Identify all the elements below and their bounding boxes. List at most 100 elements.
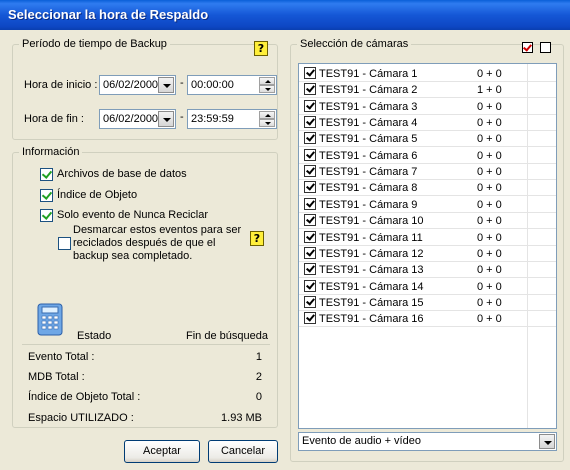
camera-row[interactable]: TEST91 - Cámara 5 0 + 0 bbox=[299, 131, 556, 148]
camera-row[interactable]: TEST91 - Cámara 10 0 + 0 bbox=[299, 213, 556, 230]
camera-event-count: 1 + 0 bbox=[477, 84, 502, 97]
start-time-input[interactable]: 00:00:00 bbox=[187, 75, 277, 95]
used-space-value: 1.93 MB bbox=[221, 412, 262, 424]
camera-event-count: 0 + 0 bbox=[477, 296, 502, 309]
uncheck-note-line2: reciclados después de que el bbox=[73, 237, 216, 249]
event-type-dropdown[interactable]: Evento de audio + vídeo bbox=[298, 432, 557, 451]
camera-event-count: 0 + 0 bbox=[477, 280, 502, 293]
camera-checkbox[interactable] bbox=[304, 197, 316, 210]
camera-checkbox[interactable] bbox=[304, 181, 316, 194]
end-time-value: 23:59:59 bbox=[191, 113, 234, 125]
object-index-total-value: 0 bbox=[255, 391, 262, 403]
end-date-picker[interactable]: 06/02/2000 bbox=[99, 109, 176, 129]
chevron-down-icon[interactable] bbox=[158, 77, 174, 93]
camera-event-count: 0 + 0 bbox=[477, 166, 502, 179]
camera-name: TEST91 - Cámara 9 bbox=[319, 198, 418, 211]
spin-down-icon[interactable] bbox=[259, 85, 275, 93]
camera-row[interactable]: TEST91 - Cámara 9 0 + 0 bbox=[299, 197, 556, 213]
camera-row[interactable]: TEST91 - Cámara 14 0 + 0 bbox=[299, 279, 556, 295]
camera-row[interactable]: TEST91 - Cámara 2 1 + 0 bbox=[299, 82, 556, 99]
camera-row[interactable]: TEST91 - Cámara 4 0 + 0 bbox=[299, 115, 556, 132]
camera-name: TEST91 - Cámara 5 bbox=[319, 133, 418, 146]
camera-name: TEST91 - Cámara 14 bbox=[319, 280, 424, 293]
camera-name: TEST91 - Cámara 12 bbox=[319, 247, 424, 260]
camera-row[interactable]: TEST91 - Cámara 13 0 + 0 bbox=[299, 262, 556, 279]
help-icon[interactable]: ? bbox=[254, 41, 268, 56]
camera-name: TEST91 - Cámara 15 bbox=[319, 296, 424, 309]
never-recycle-checkbox[interactable] bbox=[40, 209, 53, 222]
camera-name: TEST91 - Cámara 13 bbox=[319, 264, 424, 277]
camera-checkbox[interactable] bbox=[304, 132, 316, 145]
camera-event-count: 0 + 0 bbox=[477, 247, 502, 260]
accept-button[interactable]: Aceptar bbox=[124, 440, 200, 463]
camera-row[interactable]: TEST91 - Cámara 16 0 + 0 bbox=[299, 311, 556, 328]
camera-checkbox[interactable] bbox=[304, 116, 316, 129]
camera-list: TEST91 - Cámara 1 0 + 0 TEST91 - Cámara 2 1… bbox=[298, 63, 557, 429]
check-all-icon[interactable] bbox=[522, 42, 533, 53]
total-events-label: Evento Total : bbox=[28, 351, 95, 363]
camera-checkbox[interactable] bbox=[304, 83, 316, 96]
camera-row[interactable]: TEST91 - Cámara 7 0 + 0 bbox=[299, 164, 556, 181]
camera-name: TEST91 - Cámara 3 bbox=[319, 100, 418, 113]
camera-name: TEST91 - Cámara 6 bbox=[319, 149, 418, 162]
camera-checkbox[interactable] bbox=[304, 148, 316, 161]
camera-row[interactable]: TEST91 - Cámara 3 0 + 0 bbox=[299, 99, 556, 115]
camera-name: TEST91 - Cámara 1 bbox=[319, 68, 418, 80]
information-legend: Información bbox=[22, 146, 80, 158]
camera-checkbox[interactable] bbox=[304, 99, 316, 112]
chevron-down-icon[interactable] bbox=[539, 434, 555, 449]
camera-row[interactable]: TEST91 - Cámara 12 0 + 0 bbox=[299, 246, 556, 262]
database-files-checkbox[interactable] bbox=[40, 168, 53, 181]
spin-down-icon[interactable] bbox=[259, 119, 275, 127]
camera-event-count: 0 + 0 bbox=[477, 264, 502, 277]
object-index-checkbox[interactable] bbox=[40, 189, 53, 202]
total-events-value: 1 bbox=[255, 351, 262, 363]
end-time-input[interactable]: 23:59:59 bbox=[187, 109, 277, 129]
camera-checkbox[interactable] bbox=[304, 295, 316, 308]
camera-checkbox[interactable] bbox=[304, 214, 316, 227]
camera-name: TEST91 - Cámara 7 bbox=[319, 166, 418, 179]
spin-up-icon[interactable] bbox=[259, 77, 275, 85]
object-index-total-label: Índice de Objeto Total : bbox=[28, 391, 141, 403]
camera-event-count: 0 + 0 bbox=[477, 133, 502, 146]
camera-name: TEST91 - Cámara 11 bbox=[319, 231, 423, 244]
camera-row[interactable]: TEST91 - Cámara 11 0 + 0 bbox=[299, 230, 556, 246]
camera-row[interactable]: TEST91 - Cámara 8 0 + 0 bbox=[299, 180, 556, 197]
camera-checkbox[interactable] bbox=[304, 230, 316, 243]
help-icon[interactable]: ? bbox=[250, 231, 264, 246]
camera-checkbox[interactable] bbox=[304, 279, 316, 292]
backup-time-dialog: Seleccionar la hora de Respaldo Período … bbox=[0, 0, 570, 470]
camera-name: TEST91 - Cámara 10 bbox=[319, 215, 424, 228]
uncheck-all-icon[interactable] bbox=[540, 42, 551, 53]
camera-name: TEST91 - Cámara 2 bbox=[319, 84, 418, 97]
calculator-icon bbox=[37, 303, 63, 336]
start-time-value: 00:00:00 bbox=[191, 79, 234, 91]
chevron-down-icon[interactable] bbox=[158, 111, 174, 127]
camera-checkbox[interactable] bbox=[304, 67, 316, 79]
camera-checkbox[interactable] bbox=[304, 263, 316, 276]
camera-row[interactable]: TEST91 - Cámara 6 0 + 0 bbox=[299, 148, 556, 164]
uncheck-after-backup-checkbox[interactable] bbox=[58, 237, 71, 250]
end-separator: - bbox=[180, 111, 184, 123]
mdb-total-value: 2 bbox=[255, 371, 262, 383]
camera-checkbox[interactable] bbox=[304, 165, 316, 178]
camera-event-count: 0 + 0 bbox=[477, 117, 502, 130]
camera-event-count: 0 + 0 bbox=[477, 198, 502, 211]
spin-up-icon[interactable] bbox=[259, 111, 275, 119]
status-divider bbox=[22, 344, 270, 345]
camera-selection-legend: Selección de cámaras bbox=[300, 38, 409, 50]
event-type-value: Evento de audio + vídeo bbox=[302, 435, 421, 447]
camera-row[interactable]: TEST91 - Cámara 15 0 + 0 bbox=[299, 295, 556, 311]
camera-checkbox[interactable] bbox=[304, 312, 316, 325]
never-recycle-label: Solo evento de Nunca Reciclar bbox=[57, 209, 209, 221]
backup-period-legend: Período de tiempo de Backup bbox=[22, 38, 167, 50]
start-date-picker[interactable]: 06/02/2000 bbox=[99, 75, 176, 95]
camera-event-count: 0 + 0 bbox=[477, 313, 502, 326]
camera-event-count: 0 + 0 bbox=[477, 215, 502, 228]
camera-event-count: 0 + 0 bbox=[477, 182, 502, 195]
cancel-button[interactable]: Cancelar bbox=[208, 440, 278, 463]
camera-row[interactable]: TEST91 - Cámara 1 0 + 0 bbox=[299, 66, 556, 82]
used-space-label: Espacio UTILIZADO : bbox=[28, 412, 134, 424]
dialog-title: Seleccionar la hora de Respaldo bbox=[0, 0, 570, 30]
camera-checkbox[interactable] bbox=[304, 246, 316, 259]
